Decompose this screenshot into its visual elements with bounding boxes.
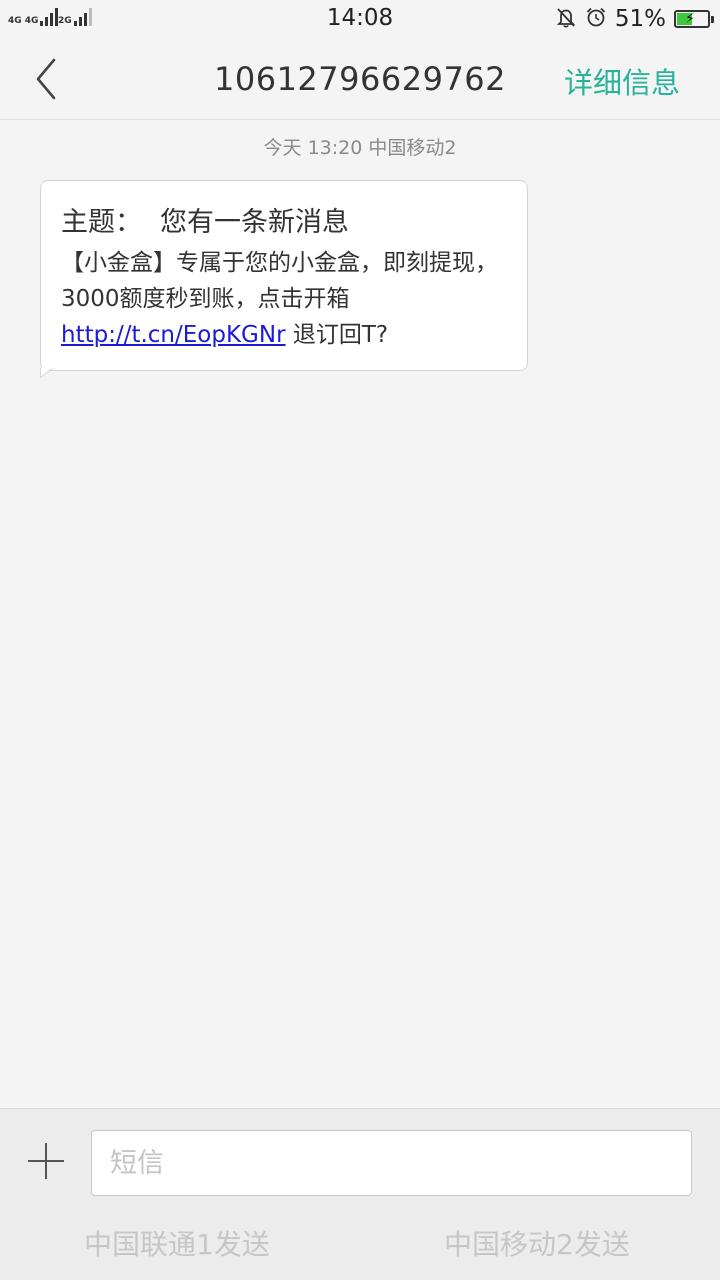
message-subject: 主题： 您有一条新消息	[61, 201, 507, 245]
plus-icon	[28, 1143, 64, 1179]
composer-bar: 中国联通1发送 中国移动2发送	[0, 1108, 720, 1280]
status-bar: 4G 4G 2G 14:08 51% ⚡	[0, 0, 720, 38]
battery-percent: 51%	[614, 6, 666, 32]
message-body-text: 【小金盒】专属于您的小金盒，即刻提现，3000额度秒到账，点击开箱	[61, 250, 498, 312]
message-link[interactable]: http://t.cn/EopKGNr	[61, 322, 286, 348]
subject-text: 您有一条新消息	[160, 207, 349, 238]
battery-charging-icon: ⚡	[674, 10, 714, 28]
bubble-tail	[40, 368, 54, 378]
sms-input[interactable]	[91, 1130, 692, 1196]
subject-label: 主题：	[61, 207, 142, 238]
message-timestamp: 今天 13:20 中国移动2	[263, 137, 457, 159]
add-attachment-button[interactable]	[26, 1141, 66, 1181]
mute-bell-icon	[555, 6, 577, 32]
send-sim1-button[interactable]: 中国联通1发送	[84, 1223, 270, 1263]
alarm-icon	[585, 6, 607, 32]
message-bubble[interactable]: 主题： 您有一条新消息 【小金盒】专属于您的小金盒，即刻提现，3000额度秒到账，…	[40, 180, 528, 378]
details-button[interactable]: 详细信息	[564, 60, 680, 102]
send-sim2-button[interactable]: 中国移动2发送	[444, 1223, 630, 1263]
message-body-tail: 退订回T?	[285, 322, 389, 348]
message-body: 【小金盒】专属于您的小金盒，即刻提现，3000额度秒到账，点击开箱 http:/…	[61, 245, 507, 353]
conversation-header: 10612796629762 详细信息	[0, 38, 720, 120]
